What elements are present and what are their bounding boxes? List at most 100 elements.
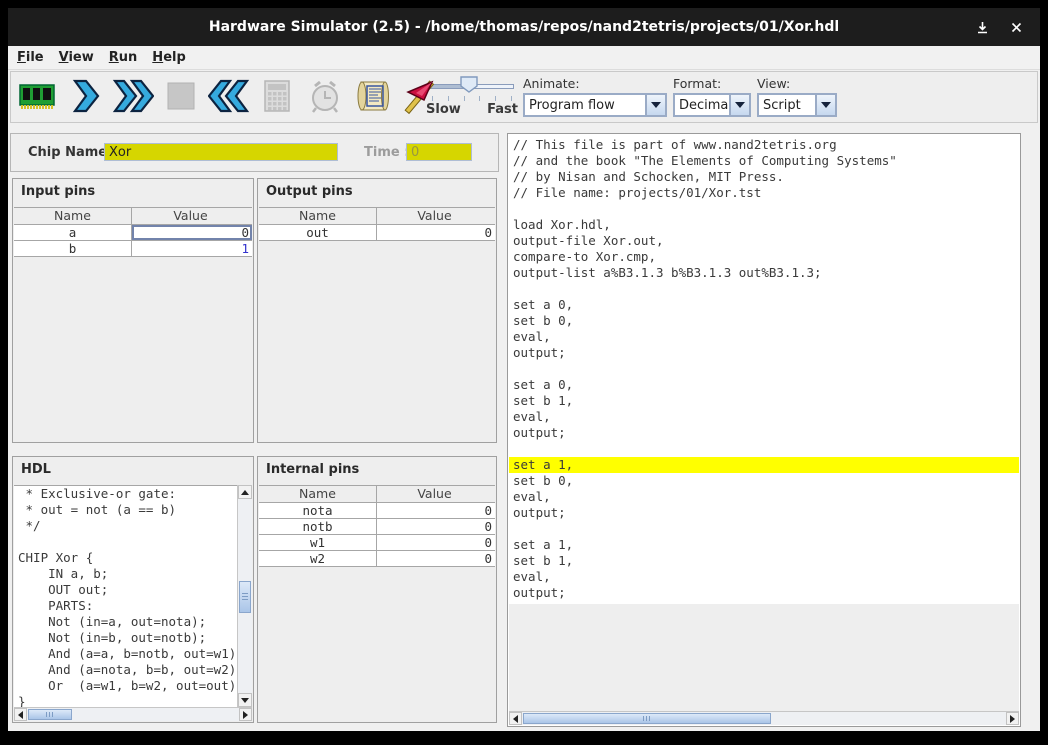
time-field: 0 <box>406 143 472 161</box>
alarm-clock-icon <box>307 78 343 117</box>
script-line: eval, <box>509 329 1019 345</box>
menu-view[interactable]: View <box>59 50 94 65</box>
format-label: Format: <box>673 76 751 91</box>
hdl-vscroll-thumb[interactable] <box>239 581 251 613</box>
clock-button <box>303 75 347 119</box>
menu-file[interactable]: File <box>17 50 44 65</box>
stop-icon <box>166 81 196 114</box>
format-select-value: Decimal <box>675 98 729 113</box>
chip-bar: Chip Name : Xor Time : 0 <box>10 133 499 172</box>
script-line: // This file is part of www.nand2tetris.… <box>509 137 1019 153</box>
scroll-down-arrow-icon[interactable] <box>238 693 252 707</box>
rewind-icon <box>208 78 250 117</box>
chevron-down-icon[interactable] <box>729 95 749 115</box>
breakpoints-button[interactable] <box>399 75 443 119</box>
pin-value-cell[interactable]: 0 <box>377 503 495 518</box>
table-header-row: NameValue <box>259 208 495 225</box>
hdl-panel: HDL * Exclusive-or gate: * out = not (a … <box>12 456 254 723</box>
table-row: out0 <box>259 225 495 241</box>
value-column-header: Value <box>377 486 495 502</box>
internal-pins-title: Internal pins <box>258 457 496 484</box>
script-line <box>509 281 1019 297</box>
animate-label: Animate: <box>523 76 667 91</box>
hdl-title: HDL <box>13 457 253 484</box>
script-line-current: set a 1, <box>509 457 1019 473</box>
animate-select-value: Program flow <box>525 98 645 113</box>
menu-help[interactable]: Help <box>152 50 185 65</box>
scroll-right-arrow-icon[interactable] <box>239 708 252 721</box>
pin-value-cell[interactable]: 0 <box>132 225 252 240</box>
script-line: eval, <box>509 489 1019 505</box>
script-line <box>509 521 1019 537</box>
pin-value-cell[interactable]: 0 <box>377 535 495 550</box>
close-icon[interactable] <box>1006 17 1026 37</box>
script-horizontal-scrollbar[interactable] <box>509 711 1019 725</box>
hdl-line: And (a=nota, b=b, out=w2); <box>14 662 237 678</box>
script-line <box>509 441 1019 457</box>
hdl-code-view[interactable]: * Exclusive-or gate: * out = not (a == b… <box>14 485 237 707</box>
single-step-button[interactable] <box>63 75 107 119</box>
internal-pins-panel: Internal pins NameValuenota0notb0w10w20 <box>257 456 497 723</box>
slider-fast-label: Fast <box>487 102 518 117</box>
hdl-line: } <box>14 694 237 707</box>
run-button[interactable] <box>111 75 155 119</box>
reset-button[interactable] <box>207 75 251 119</box>
pin-value-cell[interactable]: 0 <box>377 551 495 566</box>
script-scroll-icon <box>355 79 391 116</box>
hdl-line: Or (a=w1, b=w2, out=out); <box>14 678 237 694</box>
hdl-line: Not (in=b, out=notb); <box>14 630 237 646</box>
script-line: // by Nisan and Schocken, MIT Press. <box>509 169 1019 185</box>
load-script-button[interactable] <box>351 75 395 119</box>
script-line <box>509 201 1019 217</box>
scroll-right-arrow-icon[interactable] <box>1006 712 1019 725</box>
pin-value-cell[interactable]: 1 <box>132 241 252 256</box>
hdl-vertical-scrollbar[interactable] <box>237 485 252 707</box>
pin-name-cell: w2 <box>259 551 377 566</box>
format-select[interactable]: Decimal <box>673 93 751 117</box>
pin-name-cell: a <box>14 225 132 240</box>
chevron-down-icon[interactable] <box>815 95 835 115</box>
script-line: set a 0, <box>509 297 1019 313</box>
input-pins-table: NameValuea0b1 <box>14 207 252 257</box>
pin-name-cell: b <box>14 241 132 256</box>
speed-slider-thumb[interactable] <box>460 76 478 97</box>
chip-name-field[interactable]: Xor <box>104 143 338 161</box>
value-column-header: Value <box>377 208 495 224</box>
scroll-left-arrow-icon[interactable] <box>14 708 27 721</box>
hdl-line: And (a=a, b=notb, out=w1); <box>14 646 237 662</box>
chevron-down-icon[interactable] <box>645 95 665 115</box>
table-row: b1 <box>14 241 252 257</box>
pin-value-cell[interactable]: 0 <box>377 519 495 534</box>
pin-name-cell: nota <box>259 503 377 518</box>
output-pins-title: Output pins <box>258 179 496 206</box>
stop-button <box>159 75 203 119</box>
flag-icon <box>402 77 440 118</box>
script-line: output-list a%B3.1.3 b%B3.1.3 out%B3.1.3… <box>509 265 1019 281</box>
hdl-horizontal-scrollbar[interactable] <box>14 707 252 721</box>
output-pins-panel: Output pins NameValueout0 <box>257 178 497 443</box>
script-line: eval, <box>509 409 1019 425</box>
script-line: set a 0, <box>509 377 1019 393</box>
script-line: output-file Xor.out, <box>509 233 1019 249</box>
script-line: set b 0, <box>509 313 1019 329</box>
script-line: // File name: projects/01/Xor.tst <box>509 185 1019 201</box>
script-line: eval, <box>509 569 1019 585</box>
script-hscroll-thumb[interactable] <box>523 713 771 724</box>
scroll-up-arrow-icon[interactable] <box>238 485 252 499</box>
script-line: output; <box>509 425 1019 441</box>
app-window: Hardware Simulator (2.5) - /home/thomas/… <box>8 8 1040 731</box>
pin-value-cell[interactable]: 0 <box>377 225 495 240</box>
menu-run[interactable]: Run <box>109 50 138 65</box>
load-chip-button[interactable] <box>15 75 59 119</box>
fast-forward-icon <box>112 78 154 117</box>
script-line: set a 1, <box>509 537 1019 553</box>
iconify-icon[interactable] <box>972 17 992 37</box>
animate-select[interactable]: Program flow <box>523 93 667 117</box>
hdl-line: PARTS: <box>14 598 237 614</box>
hdl-line: */ <box>14 518 237 534</box>
hdl-hscroll-thumb[interactable] <box>28 709 72 720</box>
script-line: // and the book "The Elements of Computi… <box>509 153 1019 169</box>
view-select[interactable]: Script <box>757 93 837 117</box>
scroll-left-arrow-icon[interactable] <box>509 712 522 725</box>
table-row: w10 <box>259 535 495 551</box>
